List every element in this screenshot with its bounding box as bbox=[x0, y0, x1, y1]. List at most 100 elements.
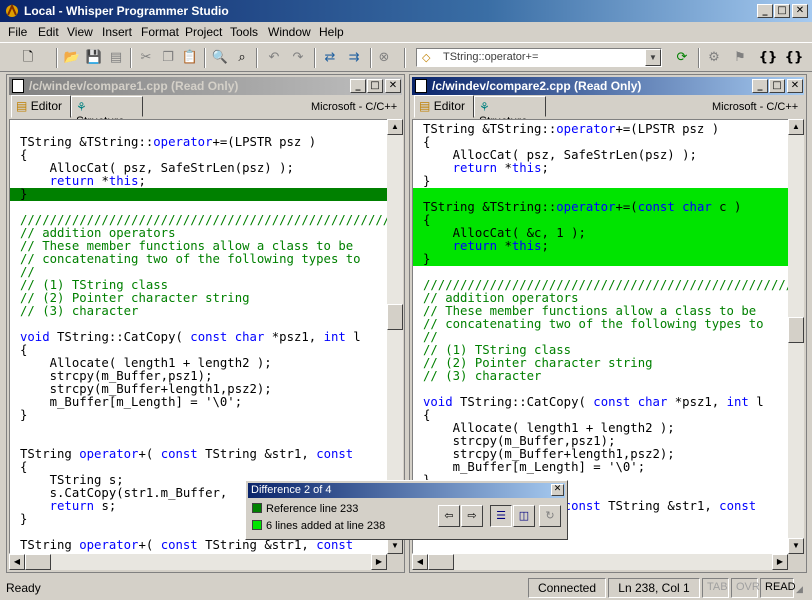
scroll-left-arrow-icon[interactable]: ◀ bbox=[9, 554, 25, 570]
left-close-button[interactable]: ✕ bbox=[385, 79, 401, 93]
scroll-down-arrow-icon[interactable]: ▼ bbox=[788, 538, 804, 554]
toolbar-separator bbox=[204, 48, 206, 68]
chevron-down-icon[interactable]: ▼ bbox=[645, 49, 661, 66]
redo-icon[interactable]: ↷ bbox=[288, 48, 308, 68]
toolbar-separator bbox=[56, 48, 58, 68]
difference-dialog: Difference 2 of 4 ✕ Reference line 233 6… bbox=[245, 480, 568, 540]
right-scroll-thumb[interactable] bbox=[788, 317, 804, 343]
refresh-icon[interactable]: ⟳ bbox=[672, 48, 692, 68]
brace-next-icon[interactable]: {} bbox=[784, 48, 804, 68]
menu-project[interactable]: Project bbox=[185, 25, 222, 39]
copy-icon[interactable]: ❐ bbox=[158, 48, 178, 68]
left-tab-structure[interactable]: ⚘ Structure bbox=[71, 96, 143, 128]
compare-icon[interactable]: ⇄ bbox=[320, 48, 340, 68]
scroll-up-arrow-icon[interactable]: ▲ bbox=[788, 119, 804, 135]
menu-insert[interactable]: Insert bbox=[102, 25, 132, 39]
status-connection: Connected bbox=[528, 578, 606, 598]
right-close-button[interactable]: ✕ bbox=[787, 79, 803, 93]
function-combo[interactable]: ◇ TString::operator+= ▼ bbox=[416, 48, 662, 67]
toolbar-separator bbox=[698, 48, 700, 68]
menu-view[interactable]: View bbox=[67, 25, 93, 39]
debug-icon[interactable]: ⚑ bbox=[730, 48, 750, 68]
scroll-right-arrow-icon[interactable]: ▶ bbox=[772, 554, 788, 570]
status-ovr: OVR bbox=[731, 578, 760, 598]
menu-window[interactable]: Window bbox=[268, 25, 311, 39]
tab-label: Editor bbox=[433, 99, 466, 113]
brace-match-icon[interactable]: {} bbox=[758, 48, 778, 68]
scroll-down-arrow-icon[interactable]: ▼ bbox=[387, 538, 403, 554]
reference-color-swatch bbox=[252, 503, 262, 513]
added-color-swatch bbox=[252, 520, 262, 530]
scroll-up-arrow-icon[interactable]: ▲ bbox=[387, 119, 403, 135]
horizontal-layout-button[interactable]: ☰ bbox=[490, 505, 512, 527]
code-line: } bbox=[413, 253, 788, 266]
close-button[interactable]: ✕ bbox=[792, 4, 808, 18]
editor-tab-icon: ▤ bbox=[16, 99, 28, 113]
code-line: void TString::CatCopy( const char *psz1,… bbox=[20, 330, 361, 344]
difference-close-button[interactable]: ✕ bbox=[551, 484, 564, 496]
code-line: TString &TString::operator+=(const char … bbox=[413, 201, 788, 214]
sync-scroll-button[interactable]: ↻ bbox=[539, 505, 561, 527]
code-line: return *this; bbox=[452, 161, 549, 175]
status-position: Ln 238, Col 1 bbox=[608, 578, 700, 598]
right-minimize-button[interactable]: _ bbox=[752, 79, 768, 93]
menu-tools[interactable]: Tools bbox=[230, 25, 258, 39]
right-tab-structure[interactable]: ⚘ Structure bbox=[474, 96, 546, 128]
structure-tab-icon: ⚘ bbox=[76, 100, 87, 114]
left-minimize-button[interactable]: _ bbox=[350, 79, 366, 93]
new-file-icon[interactable]: 🗋 bbox=[18, 48, 38, 68]
code-line: m_Buffer[m_Length] = '\0'; bbox=[423, 460, 646, 474]
left-language-label: Microsoft - C/C++ bbox=[311, 101, 398, 113]
code-line: } bbox=[423, 174, 431, 188]
find-in-files-icon[interactable]: ⌕ bbox=[232, 48, 252, 68]
menu-file[interactable]: File bbox=[8, 25, 27, 39]
undo-icon[interactable]: ↶ bbox=[264, 48, 284, 68]
right-pane-titlebar: /c/windev/compare2.cpp (Read Only) _ □ ✕ bbox=[412, 77, 804, 95]
code-line: // (3) character bbox=[20, 304, 139, 318]
cut-icon[interactable]: ✂ bbox=[136, 48, 156, 68]
right-horizontal-scrollbar[interactable]: ◀ ▶ bbox=[412, 554, 788, 570]
next-difference-button[interactable]: ⇨ bbox=[461, 505, 483, 527]
open-folder-icon[interactable]: 📂 bbox=[62, 48, 82, 68]
editor-tab-icon: ▤ bbox=[419, 99, 431, 113]
menu-edit[interactable]: Edit bbox=[38, 25, 59, 39]
status-bar: Ready Connected Ln 238, Col 1 TAB OVR RE… bbox=[0, 576, 812, 600]
sync-icon[interactable]: ⇉ bbox=[344, 48, 364, 68]
vertical-layout-button[interactable]: ◫ bbox=[513, 505, 535, 527]
status-tab: TAB bbox=[702, 578, 729, 598]
window-title: Local - Whisper Programmer Studio bbox=[24, 4, 229, 18]
maximize-button[interactable]: □ bbox=[774, 4, 790, 18]
scroll-left-arrow-icon[interactable]: ◀ bbox=[412, 554, 428, 570]
stop-icon[interactable]: ⊗ bbox=[374, 48, 394, 68]
code-line: void TString::CatCopy( const char *psz1,… bbox=[423, 395, 764, 409]
paste-icon[interactable]: 📋 bbox=[180, 48, 200, 68]
left-maximize-button[interactable]: □ bbox=[367, 79, 383, 93]
left-tab-editor[interactable]: ▤ Editor bbox=[11, 95, 71, 118]
function-icon: ◇ bbox=[422, 52, 431, 64]
left-hscroll-thumb[interactable] bbox=[25, 554, 51, 570]
left-horizontal-scrollbar[interactable]: ◀ ▶ bbox=[9, 554, 387, 570]
menu-format[interactable]: Format bbox=[141, 25, 179, 39]
minimize-button[interactable]: _ bbox=[757, 4, 773, 18]
right-maximize-button[interactable]: □ bbox=[769, 79, 785, 93]
menu-help[interactable]: Help bbox=[319, 25, 344, 39]
left-pane-title: /c/windev/compare1.cpp (Read Only) bbox=[29, 79, 239, 93]
right-pane-title: /c/windev/compare2.cpp (Read Only) bbox=[432, 79, 642, 93]
scroll-right-arrow-icon[interactable]: ▶ bbox=[371, 554, 387, 570]
left-scroll-thumb[interactable] bbox=[387, 304, 403, 330]
right-tab-editor[interactable]: ▤ Editor bbox=[414, 95, 474, 118]
toolbar-separator bbox=[314, 48, 316, 68]
code-line: TString operator+( const TString &str1, … bbox=[20, 447, 354, 461]
find-icon[interactable]: 🔍 bbox=[210, 48, 230, 68]
build-icon[interactable]: ⚙ bbox=[704, 48, 724, 68]
save-icon[interactable]: 💾 bbox=[84, 48, 104, 68]
difference-dialog-title: Difference 2 of 4 bbox=[251, 484, 332, 496]
tab-label: Editor bbox=[30, 99, 63, 113]
resize-grip-icon[interactable]: ◢ bbox=[796, 584, 803, 595]
title-bar: Local - Whisper Programmer Studio _ □ ✕ bbox=[0, 0, 812, 22]
right-hscroll-thumb[interactable] bbox=[428, 554, 454, 570]
previous-difference-button[interactable]: ⇦ bbox=[438, 505, 460, 527]
right-vertical-scrollbar[interactable]: ▲ ▼ bbox=[788, 119, 804, 554]
save-all-icon[interactable]: ▤ bbox=[106, 48, 126, 68]
